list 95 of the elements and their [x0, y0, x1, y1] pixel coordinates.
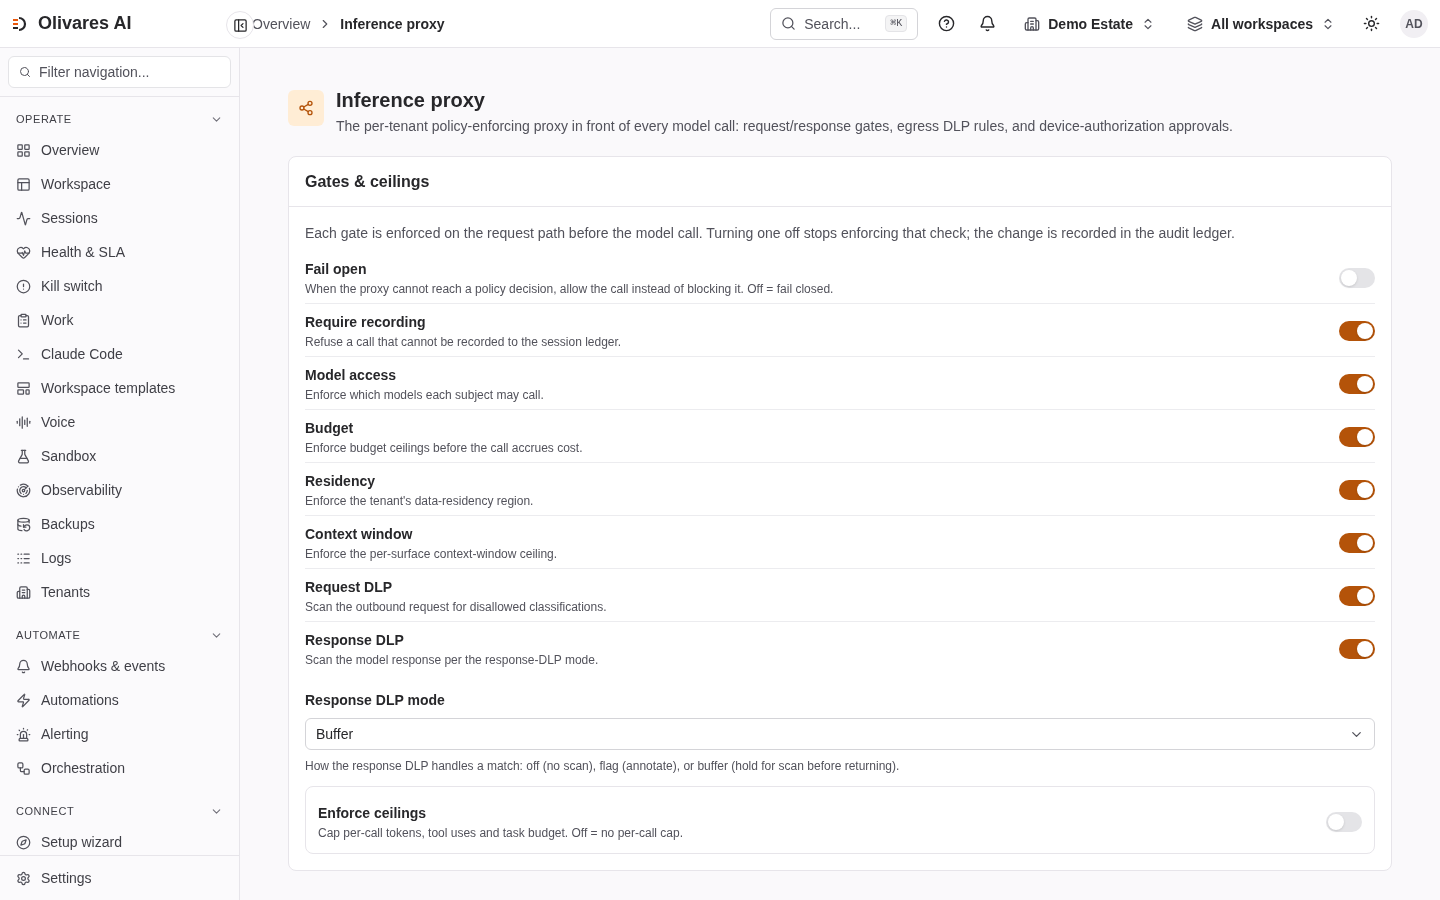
- settings-icon: [16, 870, 31, 886]
- user-avatar[interactable]: AD: [1400, 9, 1428, 38]
- gate-label: Require recording: [305, 313, 427, 332]
- tenant-selector[interactable]: Demo Estate: [1016, 13, 1164, 34]
- nav-item[interactable]: Automations: [8, 683, 231, 717]
- building-icon: [16, 584, 31, 600]
- toggle-switch[interactable]: [1339, 639, 1375, 659]
- alert-icon: [16, 278, 31, 294]
- toggle-switch[interactable]: [1339, 321, 1375, 341]
- gate-label: Response DLP: [305, 631, 405, 650]
- field-help: How the response DLP handles a match: off (no scan), flag (annotate), or buffer (hold for scan before returning).: [305, 758, 901, 774]
- gate-description: Enforce budget ceilings before the call accrues cost.: [305, 440, 583, 456]
- nav-item[interactable]: Kill switch: [8, 269, 231, 303]
- lightning-icon: [16, 692, 31, 708]
- section-header[interactable]: OPERATE: [8, 105, 231, 133]
- nav-item[interactable]: Setup wizard: [8, 825, 231, 855]
- section-header[interactable]: CONNECT: [8, 797, 231, 825]
- search-placeholder: Search...: [804, 14, 861, 34]
- clipboard-icon: [16, 312, 31, 328]
- gate-description: Refuse a call that cannot be recorded to the session ledger.: [305, 334, 622, 350]
- list-icon: [16, 550, 31, 566]
- nav-item[interactable]: Work: [8, 303, 231, 337]
- terminal-icon: [16, 346, 31, 362]
- page-title: Inference proxy: [336, 88, 486, 112]
- gate-description: Enforce the per-surface context-window ceiling.: [305, 546, 558, 562]
- layout-icon: [16, 176, 31, 192]
- toggle-switch[interactable]: [1326, 812, 1362, 832]
- nav-item[interactable]: Alerting: [8, 717, 231, 751]
- breadcrumb-link[interactable]: Inference proxy: [340, 13, 445, 34]
- dlp-mode-select[interactable]: Buffer: [305, 718, 1375, 750]
- gate-label: Budget: [305, 419, 355, 438]
- toggle-switch[interactable]: [1339, 533, 1375, 553]
- toggle-switch[interactable]: [1339, 480, 1375, 500]
- nav-item[interactable]: Orchestration: [8, 751, 231, 785]
- nav-item[interactable]: Workspace: [8, 167, 231, 201]
- section-header[interactable]: AUTOMATE: [8, 621, 231, 649]
- filter-input[interactable]: Filter navigation...: [39, 62, 220, 82]
- nav-item[interactable]: Workspace templates: [8, 371, 231, 405]
- gate-label: Context window: [305, 525, 414, 544]
- nav-item[interactable]: Claude Code: [8, 337, 231, 371]
- field-label: Response DLP mode: [305, 691, 446, 710]
- toggle-switch[interactable]: [1339, 268, 1375, 288]
- toggle-switch[interactable]: [1339, 427, 1375, 447]
- search-icon: [781, 16, 797, 31]
- compass-icon: [16, 834, 31, 850]
- nav-item[interactable]: Sessions: [8, 201, 231, 235]
- audio-icon: [16, 414, 31, 430]
- share-nodes-icon: [298, 100, 314, 116]
- brand-name: Olivares AI: [38, 12, 132, 35]
- nav-item[interactable]: Backups: [8, 507, 231, 541]
- gate-description: Enforce the tenant's data-residency region.: [305, 493, 534, 509]
- nav-item[interactable]: Health & SLA: [8, 235, 231, 269]
- heart-icon: [16, 244, 31, 260]
- collapse-sidebar-button[interactable]: [226, 11, 254, 39]
- bell-icon: [16, 658, 31, 674]
- nav-item[interactable]: Logs: [8, 541, 231, 575]
- gate-description: When the proxy cannot reach a policy decision, allow the call instead of blocking it. Off = fail closed.: [305, 281, 834, 297]
- gate-label: Model access: [305, 366, 398, 385]
- pulse-icon: [16, 210, 31, 226]
- gate-description: Scan the model response per the response-DLP mode.: [305, 652, 599, 668]
- ceilings-description: Cap per-call tokens, tool uses and task budget. Off = no per-call cap.: [318, 825, 683, 841]
- breadcrumb-link[interactable]: Overview: [252, 13, 311, 34]
- toggle-switch[interactable]: [1339, 586, 1375, 606]
- workflow-icon: [16, 760, 31, 776]
- gate-description: Scan the outbound request for disallowed classifications.: [305, 599, 607, 615]
- gate-description: Enforce which models each subject may call.: [305, 387, 544, 403]
- page-description: The per-tenant policy-enforcing proxy in front of every model call: request/response gates, egress DLP rules, and device-authorization approvals.: [336, 117, 1233, 136]
- radar-icon: [16, 482, 31, 498]
- building-icon: [1024, 15, 1041, 32]
- card-intro: Each gate is enforced on the request path before the model call. Turning one off stops enforcing that check; the change is recorded in the audit ledger.: [305, 224, 1236, 243]
- siren-icon: [16, 726, 31, 742]
- toggle-switch[interactable]: [1339, 374, 1375, 394]
- nav-item[interactable]: Tenants: [8, 575, 231, 609]
- shortcut-key: ⌘K: [885, 15, 908, 32]
- nav-item[interactable]: Voice: [8, 405, 231, 439]
- flask-icon: [16, 448, 31, 464]
- gate-label: Fail open: [305, 260, 368, 279]
- database-icon: [16, 516, 31, 532]
- nav-item[interactable]: Overview: [8, 133, 231, 167]
- nav-item[interactable]: Webhooks & events: [8, 649, 231, 683]
- ceilings-label: Enforce ceilings: [318, 804, 428, 823]
- card-title: Gates & ceilings: [289, 157, 1391, 207]
- layers-icon: [1187, 15, 1204, 32]
- search-icon: [19, 65, 31, 79]
- template-icon: [16, 380, 31, 396]
- workspace-selector[interactable]: All workspaces: [1179, 13, 1343, 34]
- gate-label: Request DLP: [305, 578, 394, 597]
- gate-label: Residency: [305, 472, 377, 491]
- nav-item[interactable]: Sandbox: [8, 439, 231, 473]
- settings-link[interactable]: Settings: [8, 864, 231, 892]
- search-field[interactable]: Search... ⌘K: [770, 7, 919, 40]
- filter-field[interactable]: Filter navigation...: [8, 56, 231, 88]
- nav-item[interactable]: Observability: [8, 473, 231, 507]
- sidebar-toggle-icon: [232, 17, 248, 33]
- grid-icon: [16, 142, 31, 158]
